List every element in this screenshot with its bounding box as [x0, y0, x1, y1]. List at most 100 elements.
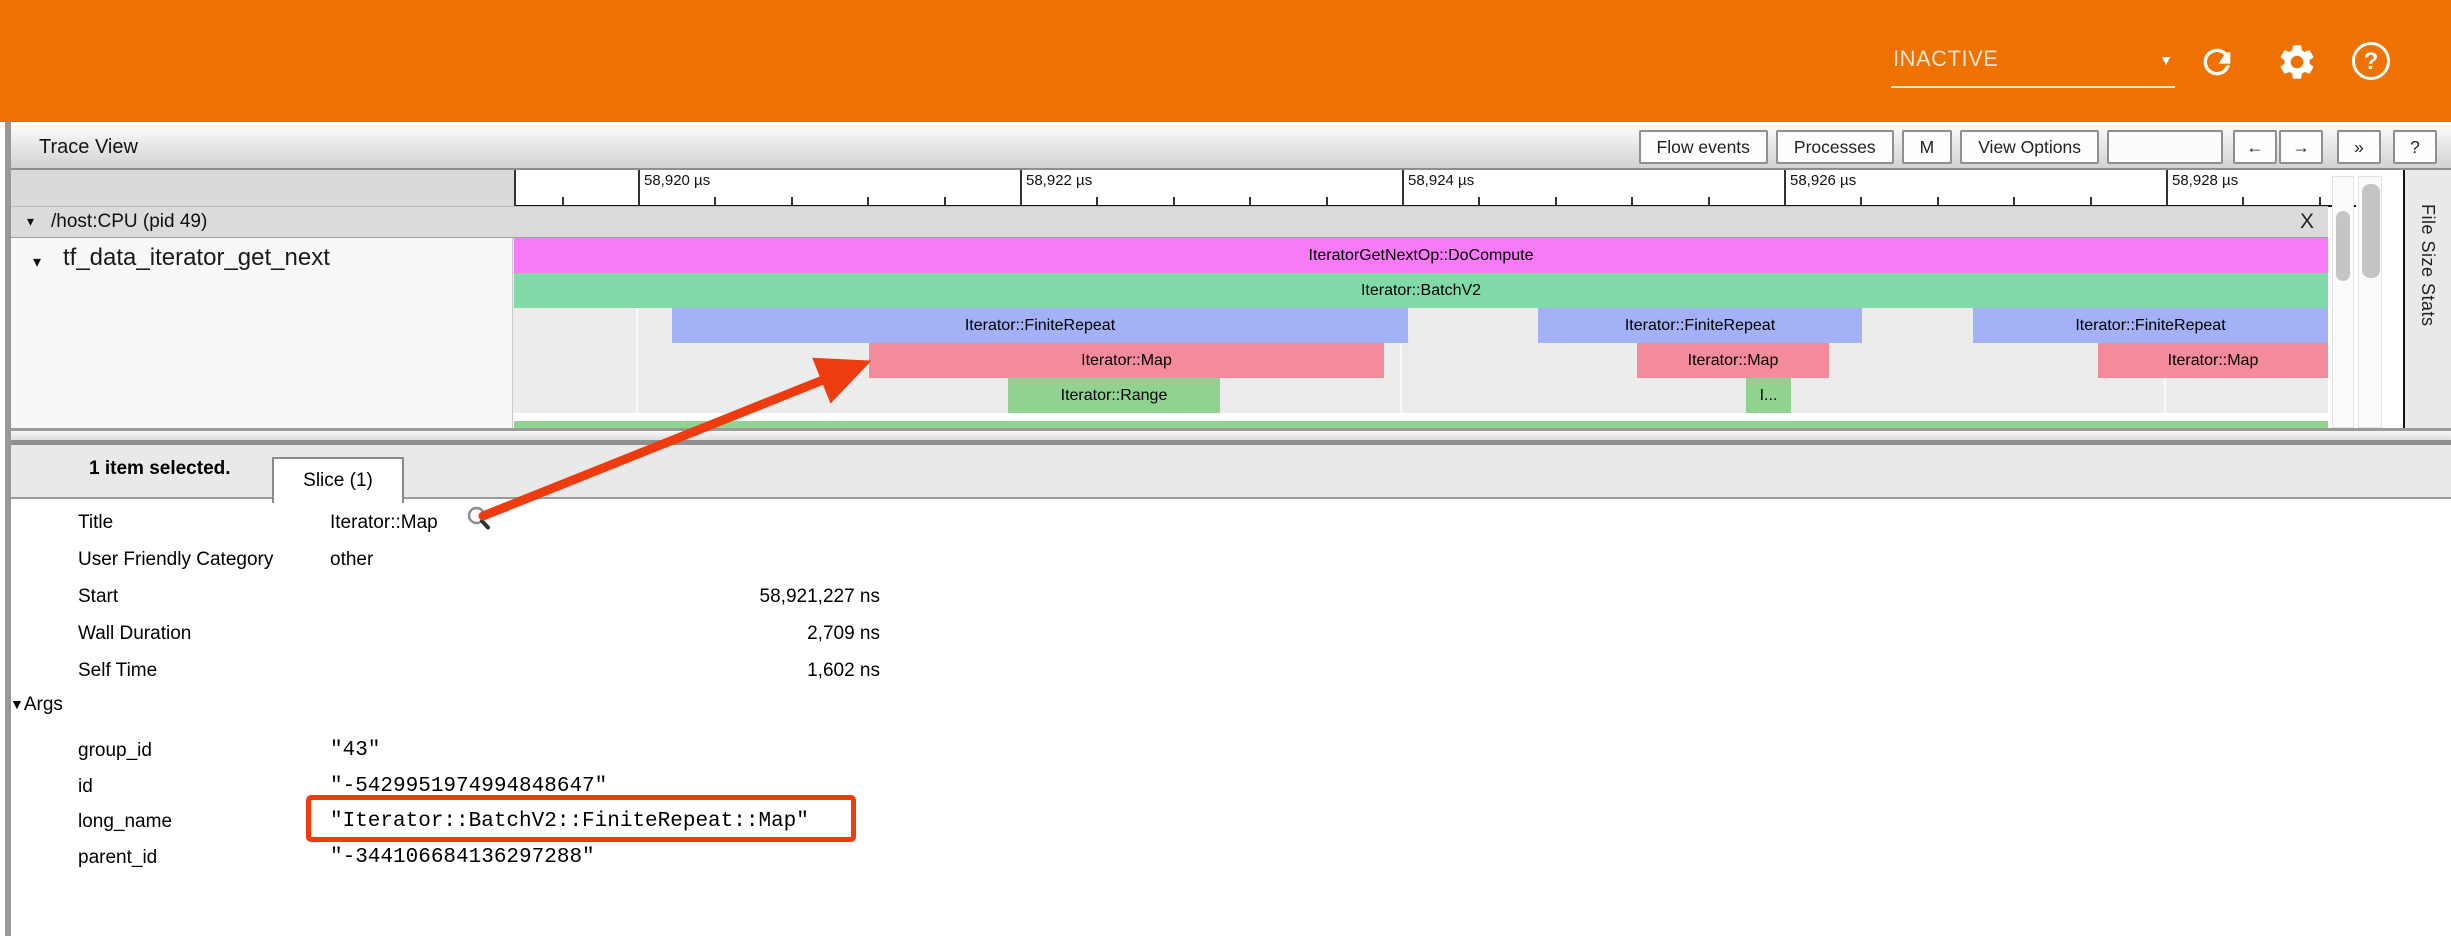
ruler-minor-tick — [1708, 197, 1710, 205]
ruler-left-spacer — [11, 170, 514, 207]
time-ruler[interactable]: 58,920 µs 58,922 µs 58,924 µs 58,926 µs 58,9… — [514, 170, 2356, 207]
processes-button[interactable]: Processes — [1776, 130, 1894, 164]
trace-bar[interactable]: Iterator::Range — [1008, 378, 1220, 413]
trace-bar[interactable]: Iterator::FiniteRepeat — [1973, 308, 2328, 343]
file-size-stats-label: File Size Stats — [2417, 204, 2438, 327]
ruler-minor-tick — [1173, 197, 1175, 205]
detail-field-value: Iterator::Map — [330, 504, 492, 541]
trace-bar[interactable]: IteratorGetNextOp::DoCompute — [514, 238, 2328, 273]
flow-events-button[interactable]: Flow events — [1639, 130, 1768, 164]
track-label-panel: ▾ tf_data_iterator_get_next — [11, 238, 513, 430]
status-dropdown[interactable]: INACTIVE ▼ — [1891, 38, 2175, 88]
arg-value: "-344106684136297288" — [330, 840, 595, 875]
detail-field-label: Self Time — [78, 652, 157, 689]
ruler-tick-label: 58,926 µs — [1790, 172, 1856, 189]
args-section-header[interactable]: ▼Args — [10, 694, 63, 724]
scrollbar-thumb[interactable] — [2362, 184, 2380, 278]
ruler-major-tick — [1020, 170, 1022, 205]
ruler-minor-tick — [944, 197, 946, 205]
ruler-minor-tick — [1249, 197, 1251, 205]
trace-bar[interactable]: Iterator::FiniteRepeat — [672, 308, 1408, 343]
trace-toolbar: Trace View Flow events Processes M View … — [11, 126, 2451, 170]
arg-value: "43" — [330, 733, 380, 768]
arg-value: "-5429951974994848647" — [330, 769, 607, 804]
detail-field-label: Wall Duration — [78, 615, 191, 652]
more-tools-button[interactable]: » — [2337, 130, 2381, 164]
find-previous-button[interactable]: ← — [2233, 130, 2277, 164]
trace-bar-strip[interactable] — [514, 421, 2328, 428]
tab-slice[interactable]: Slice (1) — [272, 457, 404, 503]
process-header-row[interactable]: ▾ /host:CPU (pid 49) X — [11, 206, 2328, 238]
detail-field-label: Start — [78, 578, 118, 615]
ruler-major-tick — [638, 170, 640, 205]
ruler-minor-tick — [1096, 197, 1098, 205]
detail-field-value: other — [330, 541, 373, 578]
arg-name: id — [78, 769, 93, 804]
arg-value: "Iterator::BatchV2::FiniteRepeat::Map" — [330, 804, 809, 839]
panel-title: Trace View — [39, 136, 138, 159]
help-button[interactable]: ? — [2393, 130, 2437, 164]
ruler-minor-tick — [714, 197, 716, 205]
ruler-minor-tick — [562, 197, 564, 205]
trace-bar[interactable]: Iterator::Map — [2098, 343, 2328, 378]
help-icon[interactable]: ? — [2352, 42, 2390, 80]
ruler-major-tick — [1402, 170, 1404, 205]
selection-status: 1 item selected. — [89, 458, 231, 480]
detail-field-value: 58,921,227 ns — [330, 578, 880, 615]
expanded-arrow-icon: ▼ — [10, 696, 24, 712]
metadata-button[interactable]: M — [1902, 130, 1953, 164]
arg-name: group_id — [78, 733, 152, 768]
process-header-label: /host:CPU (pid 49) — [51, 211, 207, 233]
ruler-major-tick — [2166, 170, 2168, 205]
ruler-minor-tick — [1937, 197, 1939, 205]
detail-field-value: 1,602 ns — [330, 652, 880, 689]
trace-bar[interactable]: I... — [1746, 378, 1791, 413]
ruler-tick-label: 58,928 µs — [2172, 172, 2238, 189]
ruler-tick-label: 58,924 µs — [1408, 172, 1474, 189]
ruler-minor-tick — [2013, 197, 2015, 205]
ruler-minor-tick — [1478, 197, 1480, 205]
ruler-minor-tick — [2090, 197, 2092, 205]
gear-icon[interactable] — [2276, 41, 2318, 83]
annotation-highlight-box — [306, 795, 856, 842]
collapse-arrow-icon[interactable]: ▾ — [27, 213, 34, 230]
scrollbar-track[interactable] — [2358, 176, 2382, 428]
detail-field-value: 2,709 ns — [330, 615, 880, 652]
ruler-major-tick — [1784, 170, 1786, 205]
ruler-tick-label: 58,922 µs — [1026, 172, 1092, 189]
view-options-button[interactable]: View Options — [1960, 130, 2099, 164]
ruler-minor-tick — [2242, 197, 2244, 205]
trace-canvas[interactable]: IteratorGetNextOp::DoComputeIterator::Ba… — [513, 238, 2328, 413]
trace-bar[interactable]: Iterator::FiniteRepeat — [1538, 308, 1862, 343]
arg-name: parent_id — [78, 840, 157, 875]
magnifier-icon[interactable] — [466, 505, 492, 532]
collapse-arrow-icon[interactable]: ▾ — [33, 252, 41, 272]
find-next-button[interactable]: → — [2279, 130, 2323, 164]
scrollbar-thumb[interactable] — [2336, 211, 2350, 281]
refresh-icon[interactable] — [2197, 42, 2237, 82]
close-icon[interactable]: X — [2300, 210, 2314, 234]
app-header: INACTIVE ▼ ? — [0, 0, 2451, 122]
trace-bar[interactable]: Iterator::BatchV2 — [514, 273, 2328, 308]
help-glyph: ? — [2364, 48, 2379, 75]
ruler-minor-tick — [791, 197, 793, 205]
ruler-minor-tick — [867, 197, 869, 205]
track-label[interactable]: tf_data_iterator_get_next — [63, 244, 330, 272]
ruler-minor-tick — [1860, 197, 1862, 205]
trace-bar[interactable]: Iterator::Map — [869, 343, 1384, 378]
window-frame-edge — [0, 122, 11, 936]
args-label: Args — [24, 694, 63, 715]
search-input[interactable] — [2107, 130, 2223, 164]
file-size-stats-panel[interactable]: File Size Stats — [2403, 170, 2451, 430]
detail-field-label: Title — [78, 504, 113, 541]
chevron-down-icon: ▼ — [2159, 52, 2173, 68]
ruler-minor-tick — [1631, 197, 1633, 205]
trace-bar[interactable]: Iterator::Map — [1637, 343, 1829, 378]
ruler-minor-tick — [1326, 197, 1328, 205]
divider-band[interactable] — [11, 431, 2451, 440]
ruler-minor-tick — [2319, 197, 2321, 205]
scrollbar-track[interactable] — [2332, 176, 2354, 428]
ruler-tick-label: 58,920 µs — [644, 172, 710, 189]
detail-field-label: User Friendly Category — [78, 541, 273, 578]
status-dropdown-value: INACTIVE — [1893, 46, 1998, 72]
